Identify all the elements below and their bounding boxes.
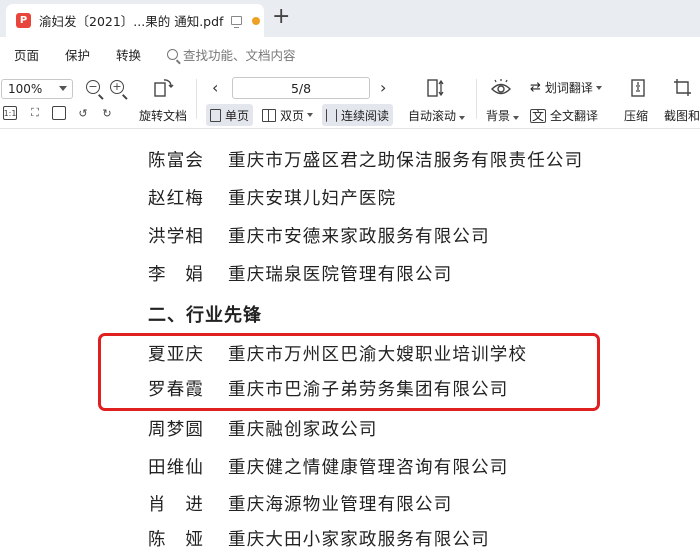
- search-box[interactable]: 查找功能、文档内容: [167, 45, 296, 64]
- person-name: 罗春霞: [148, 380, 205, 400]
- pdf-file-icon: P: [16, 13, 31, 28]
- prev-page-icon[interactable]: ‹: [212, 78, 218, 97]
- menu-page[interactable]: 页面: [14, 45, 39, 64]
- organization-name: 重庆健之情健康管理咨询有限公司: [228, 458, 509, 478]
- person-name: 周梦圆: [148, 420, 205, 440]
- translate-icon: ⇄: [530, 80, 541, 95]
- auto-scroll-button[interactable]: 自动滚动: [408, 107, 466, 124]
- person-name: 田维仙: [148, 458, 205, 478]
- chevron-down-icon: [513, 116, 520, 120]
- tab-bar: P 渝妇发〔2021〕...果的 通知.pdf +: [0, 0, 700, 37]
- list-item: 罗春霞 重庆市巴渝子弟劳务集团有限公司: [148, 376, 509, 401]
- double-page-label: 双页: [280, 108, 305, 123]
- zoom-out-icon[interactable]: −: [86, 80, 100, 94]
- rotate-left-icon[interactable]: ↺: [76, 106, 90, 120]
- fit-page-icon[interactable]: ⛶: [28, 106, 42, 120]
- chevron-down-icon: [59, 86, 67, 91]
- organization-name: 重庆海源物业管理有限公司: [228, 495, 453, 515]
- organization-name: 重庆市万州区巴渝大嫂职业培训学校: [228, 345, 528, 365]
- search-placeholder: 查找功能、文档内容: [183, 47, 296, 63]
- page-indicator: 5/8: [290, 80, 312, 96]
- person-name: 陈 娅: [148, 530, 205, 550]
- toolbar-divider: [476, 79, 477, 119]
- person-name: 夏亚庆: [148, 345, 205, 365]
- new-tab-button[interactable]: +: [272, 6, 290, 28]
- list-item: 陈富会 重庆市万盛区君之助保洁服务有限责任公司: [148, 147, 583, 172]
- page-number-input[interactable]: 5/8: [232, 77, 370, 99]
- menu-bar: 页面 保护 转换 查找功能、文档内容: [0, 37, 700, 71]
- compress-button[interactable]: 压缩: [624, 107, 648, 124]
- list-item: 夏亚庆 重庆市万州区巴渝大嫂职业培训学校: [148, 341, 527, 366]
- organization-name: 重庆瑞泉医院管理有限公司: [228, 265, 453, 285]
- word-translate-button[interactable]: ⇄ 划词翻译: [530, 79, 602, 96]
- search-icon: [167, 48, 179, 60]
- chevron-down-icon: [595, 85, 602, 90]
- menu-protect[interactable]: 保护: [65, 45, 90, 64]
- compress-icon[interactable]: [627, 77, 649, 99]
- background-button[interactable]: 背景: [486, 107, 520, 124]
- rotate-document-icon[interactable]: [152, 77, 174, 99]
- document-translate-icon: 文: [530, 108, 547, 123]
- auto-scroll-label: 自动滚动: [408, 109, 457, 123]
- screenshot-icon[interactable]: [673, 77, 695, 99]
- continuous-read-icon: [326, 108, 337, 122]
- actual-size-icon[interactable]: 1:1: [3, 106, 17, 120]
- single-page-label: 单页: [225, 108, 250, 123]
- screenshot-button[interactable]: 截图和: [664, 107, 700, 124]
- single-page-button[interactable]: 单页: [206, 104, 254, 126]
- rotate-document-button[interactable]: 旋转文档: [139, 107, 187, 124]
- menu-convert[interactable]: 转换: [116, 45, 141, 64]
- fit-width-icon[interactable]: [52, 106, 66, 120]
- toolbar: 100% − + 1:1 ⛶ ↺ ↻ 旋转文档 ‹ 5/8 › 单页 双页 连续…: [0, 71, 700, 129]
- unsaved-dot-icon[interactable]: [252, 16, 261, 25]
- document-tab[interactable]: P 渝妇发〔2021〕...果的 通知.pdf: [6, 4, 264, 37]
- organization-name: 重庆大田小家家政服务有限公司: [228, 530, 490, 550]
- rotate-right-icon[interactable]: ↻: [100, 106, 114, 120]
- zoom-select[interactable]: 100%: [1, 79, 73, 99]
- document-page: 陈富会 重庆市万盛区君之助保洁服务有限责任公司 赵红梅 重庆安琪儿妇产医院 洪学相重…: [0, 130, 700, 550]
- double-page-button[interactable]: 双页: [258, 104, 317, 126]
- background-label: 背景: [486, 109, 511, 123]
- zoom-in-icon[interactable]: +: [110, 80, 124, 94]
- organization-name: 重庆市安德来家政服务有限公司: [228, 227, 490, 247]
- list-item: 田维仙 重庆健之情健康管理咨询有限公司: [148, 454, 509, 479]
- list-item: 李 娟 重庆瑞泉医院管理有限公司: [148, 261, 452, 286]
- section-title: 二、行业先锋: [148, 305, 262, 326]
- double-page-icon: [262, 108, 276, 122]
- person-name: 赵红梅: [148, 189, 205, 209]
- list-item: 周梦圆 重庆融创家政公司: [148, 416, 378, 441]
- tab-title: 渝妇发〔2021〕...果的 通知.pdf: [39, 14, 224, 29]
- organization-name: 重庆市巴渝子弟劳务集团有限公司: [228, 380, 509, 400]
- list-item: 赵红梅 重庆安琪儿妇产医院: [148, 185, 396, 210]
- single-page-icon: [210, 108, 221, 122]
- organization-name: 重庆市万盛区君之助保洁服务有限责任公司: [228, 151, 584, 171]
- list-item: 陈 娅 重庆大田小家家政服务有限公司: [148, 526, 490, 550]
- organization-name: 重庆安琪儿妇产医院: [228, 189, 397, 209]
- chevron-down-icon: [459, 116, 466, 120]
- monitor-icon[interactable]: [231, 16, 243, 28]
- auto-scroll-icon[interactable]: [424, 77, 446, 99]
- person-name: 李 娟: [148, 265, 205, 285]
- person-name: 肖 进: [148, 495, 205, 515]
- toolbar-divider: [196, 79, 197, 119]
- continuous-read-label: 连续阅读: [341, 108, 390, 123]
- eye-icon[interactable]: [490, 77, 512, 99]
- full-translate-button[interactable]: 文 全文翻译: [530, 107, 598, 124]
- organization-name: 重庆融创家政公司: [228, 420, 378, 440]
- list-item: 洪学相 重庆市安德来家政服务有限公司: [148, 223, 490, 248]
- zoom-value: 100%: [8, 82, 43, 96]
- continuous-read-button[interactable]: 连续阅读: [322, 104, 394, 126]
- person-name: 洪学相: [148, 227, 205, 247]
- person-name: 陈富会: [148, 151, 205, 171]
- word-translate-label: 划词翻译: [544, 81, 593, 95]
- chevron-down-icon: [307, 113, 314, 117]
- list-item: 肖 进 重庆海源物业管理有限公司: [148, 491, 452, 516]
- full-translate-label: 全文翻译: [550, 109, 599, 123]
- next-page-icon[interactable]: ›: [380, 78, 386, 97]
